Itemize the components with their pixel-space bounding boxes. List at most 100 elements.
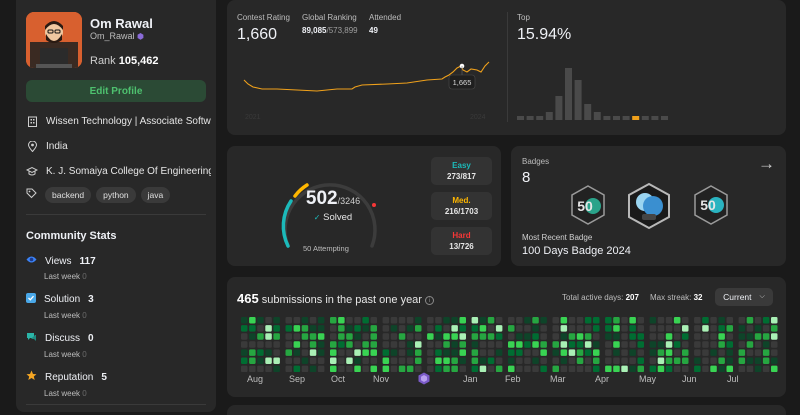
heatmap-cell[interactable] [665,349,673,356]
heatmap-cell[interactable] [532,365,539,372]
heatmap-cell[interactable] [508,349,515,356]
heatmap-cell[interactable] [301,325,309,332]
heatmap-cell[interactable] [390,349,398,356]
heatmap-cell[interactable] [560,357,568,365]
heatmap-cell[interactable] [265,333,272,340]
heatmap-cell[interactable] [265,357,272,365]
heatmap-cell[interactable] [293,333,301,340]
heatmap-cell[interactable] [584,357,592,365]
heatmap-cell[interactable] [605,349,612,356]
heatmap-cell[interactable] [317,341,325,348]
heatmap-cell[interactable] [479,341,487,348]
heatmap-cell[interactable] [746,365,754,372]
heatmap-cell[interactable] [301,333,309,340]
heatmap-cell[interactable] [330,357,337,365]
heatmap-cell[interactable] [459,349,467,356]
heatmap-cell[interactable] [293,357,301,365]
heatmap-cell[interactable] [665,365,673,372]
heatmap-cell[interactable] [382,333,390,340]
heatmap-cell[interactable] [382,325,390,332]
heatmap-cell[interactable] [762,365,770,372]
heatmap-cell[interactable] [398,349,406,356]
heatmap-cell[interactable] [479,325,487,332]
heatmap-cell[interactable] [665,341,673,348]
heatmap-cell[interactable] [657,357,665,365]
heatmap-cell[interactable] [317,357,325,365]
heatmap-cell[interactable] [746,357,754,365]
heatmap-cell[interactable] [649,341,657,348]
heatmap-cell[interactable] [293,341,301,348]
heatmap-cell[interactable] [762,341,770,348]
heatmap-cell[interactable] [435,365,442,372]
heatmap-cell[interactable] [568,317,576,324]
heatmap-cell[interactable] [718,365,725,372]
heatmap-cell[interactable] [532,317,539,324]
heatmap-cell[interactable] [508,317,515,324]
heatmap-cell[interactable] [754,317,762,324]
heatmap-cell[interactable] [479,333,487,340]
heatmap-cell[interactable] [487,349,495,356]
heatmap-cell[interactable] [471,341,479,348]
heatmap-cell[interactable] [576,349,584,356]
heatmap-cell[interactable] [726,333,734,340]
heatmap-cell[interactable] [532,333,539,340]
heatmap-cell[interactable] [495,317,503,324]
heatmap-cell[interactable] [427,357,434,365]
heatmap-cell[interactable] [406,325,414,332]
heatmap-cell[interactable] [560,365,568,372]
hard-stat[interactable]: Hard 13/726 [431,227,492,255]
heatmap-cell[interactable] [415,325,422,332]
heatmap-cell[interactable] [665,317,673,324]
heatmap-cell[interactable] [771,317,778,324]
heatmap-cell[interactable] [293,365,301,372]
heatmap-cell[interactable] [560,325,568,332]
heatmap-cell[interactable] [754,341,762,348]
skill-tag[interactable]: java [140,187,171,203]
easy-stat[interactable]: Easy 273/817 [431,157,492,185]
heatmap-cell[interactable] [354,325,361,332]
heatmap-cell[interactable] [354,349,361,356]
heatmap-cell[interactable] [427,349,434,356]
heatmap-cell[interactable] [257,333,264,340]
heatmap-cell[interactable] [241,333,248,340]
heatmap-cell[interactable] [552,325,560,332]
heatmap-cell[interactable] [718,333,725,340]
heatmap-cell[interactable] [309,349,317,356]
heatmap-cell[interactable] [694,317,701,324]
heatmap-cell[interactable] [398,357,406,365]
heatmap-cell[interactable] [738,357,746,365]
heatmap-cell[interactable] [285,325,293,332]
heatmap-cell[interactable] [346,365,353,372]
heatmap-cell[interactable] [576,365,584,372]
heatmap-cell[interactable] [613,341,620,348]
heatmap-cell[interactable] [657,349,665,356]
heatmap-cell[interactable] [317,333,325,340]
heatmap-cell[interactable] [487,365,495,372]
heatmap-cell[interactable] [370,341,378,348]
heatmap-cell[interactable] [273,341,280,348]
medium-stat[interactable]: Med. 216/1703 [431,192,492,220]
heatmap-cell[interactable] [362,357,369,365]
heatmap-cell[interactable] [726,325,734,332]
heatmap-cell[interactable] [754,333,762,340]
heatmap-cell[interactable] [398,317,406,324]
heatmap-cell[interactable] [726,365,734,372]
heatmap-cell[interactable] [346,341,353,348]
heatmap-cell[interactable] [398,365,406,372]
heatmap-cell[interactable] [621,357,628,365]
heatmap-cell[interactable] [427,341,434,348]
heatmap-cell[interactable] [249,325,256,332]
heatmap-cell[interactable] [443,365,450,372]
heatmap-cell[interactable] [370,333,378,340]
heatmap-cell[interactable] [508,325,515,332]
heatmap-cell[interactable] [330,341,337,348]
heatmap-cell[interactable] [726,357,734,365]
heatmap-cell[interactable] [471,357,479,365]
heatmap-cell[interactable] [346,317,353,324]
heatmap-cell[interactable] [726,317,734,324]
heatmap-cell[interactable] [249,317,256,324]
heatmap-cell[interactable] [738,325,746,332]
heatmap-cell[interactable] [532,357,539,365]
heatmap-cell[interactable] [435,349,442,356]
heatmap-cell[interactable] [508,365,515,372]
